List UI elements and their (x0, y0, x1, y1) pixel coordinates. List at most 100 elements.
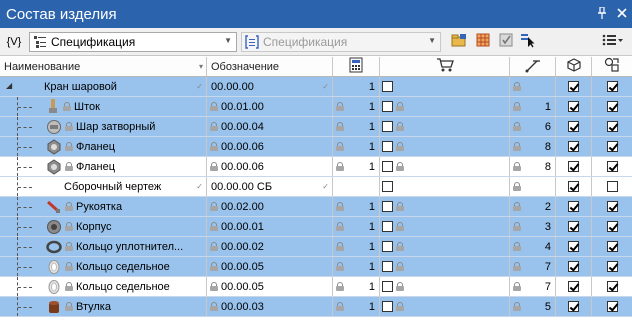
cell-name[interactable]: Кольцо седельное (0, 277, 207, 296)
purchased-checkbox[interactable] (382, 261, 393, 272)
cell-in-spec[interactable] (556, 197, 592, 216)
cell-quantity[interactable]: 1 (333, 237, 380, 256)
in-spec-checkbox[interactable] (568, 81, 579, 92)
variables-button[interactable]: {V} (0, 31, 28, 53)
cell-position[interactable]: 6 (510, 117, 556, 136)
cell-quantity[interactable]: 1 (333, 77, 380, 96)
in-model-checkbox[interactable] (606, 301, 618, 312)
cell-quantity[interactable]: 1 (333, 197, 380, 216)
select-cursor-button[interactable] (517, 31, 539, 53)
purchased-checkbox[interactable] (382, 161, 393, 172)
in-spec-checkbox[interactable] (568, 201, 579, 212)
purchased-checkbox[interactable] (382, 81, 393, 92)
table-row[interactable]: Кольцо седельное 00.00.05 1 7 (0, 277, 632, 297)
cell-purchased[interactable] (380, 77, 510, 96)
cell-purchased[interactable] (380, 257, 510, 276)
table-check-button[interactable] (495, 31, 517, 53)
cell-position[interactable]: 7 (510, 257, 556, 276)
cell-in-spec[interactable] (556, 157, 592, 176)
cell-in-model[interactable] (592, 197, 632, 216)
purchased-checkbox[interactable] (382, 221, 393, 232)
cell-position[interactable]: 1 (510, 97, 556, 116)
table-row[interactable]: Рукоятка 00.02.00 1 2 (0, 197, 632, 217)
in-spec-checkbox[interactable] (568, 301, 579, 312)
cell-name[interactable]: ◢ Кран шаровой ✓ (0, 77, 207, 96)
table-row[interactable]: Шток 00.01.00 1 1 (0, 97, 632, 117)
purchased-checkbox[interactable] (382, 181, 393, 192)
table-row[interactable]: Кольцо седельное 00.00.05 1 7 (0, 257, 632, 277)
purchased-checkbox[interactable] (382, 241, 393, 252)
cell-in-spec[interactable] (556, 97, 592, 116)
cell-quantity[interactable]: 1 (333, 117, 380, 136)
cell-in-model[interactable] (592, 277, 632, 296)
cell-purchased[interactable] (380, 297, 510, 316)
cell-name[interactable]: Фланец (0, 157, 207, 176)
cell-purchased[interactable] (380, 157, 510, 176)
cell-name[interactable]: Втулка (0, 297, 207, 316)
in-spec-checkbox[interactable] (568, 261, 579, 272)
view-mode-combo[interactable]: Спецификация ▼ (29, 31, 237, 52)
cell-designation[interactable]: 00.00.06 (207, 137, 333, 156)
cell-position[interactable]: 4 (510, 237, 556, 256)
cell-name[interactable]: Фланец (0, 137, 207, 156)
table-row[interactable]: Сборочный чертеж ✓ 00.00.00 СБ ✓ (0, 177, 632, 197)
in-spec-checkbox[interactable] (568, 281, 579, 292)
cell-position[interactable]: 3 (510, 217, 556, 236)
cell-purchased[interactable] (380, 177, 510, 196)
table-row[interactable]: Шар затворный 00.00.04 1 6 (0, 117, 632, 137)
in-model-checkbox[interactable] (606, 141, 618, 152)
cell-quantity[interactable]: 1 (333, 217, 380, 236)
cell-designation[interactable]: 00.00.05 (207, 277, 333, 296)
cell-designation[interactable]: 00.00.01 (207, 217, 333, 236)
in-spec-checkbox[interactable] (568, 241, 579, 252)
cell-in-spec[interactable] (556, 177, 592, 196)
cell-quantity[interactable]: 1 (333, 157, 380, 176)
in-spec-checkbox[interactable] (568, 121, 579, 132)
cell-name[interactable]: Корпус (0, 217, 207, 236)
column-header-quantity[interactable] (333, 57, 380, 76)
cell-name[interactable]: Шток (0, 97, 207, 116)
cell-position[interactable]: 8 (510, 137, 556, 156)
cell-designation[interactable]: 00.00.06 (207, 157, 333, 176)
cell-quantity[interactable]: 1 (333, 297, 380, 316)
cell-designation[interactable]: 00.00.05 (207, 257, 333, 276)
cell-purchased[interactable] (380, 197, 510, 216)
cell-name[interactable]: Шар затворный (0, 117, 207, 136)
in-model-checkbox[interactable] (606, 181, 618, 192)
cell-in-spec[interactable] (556, 77, 592, 96)
cell-in-spec[interactable] (556, 277, 592, 296)
cell-in-model[interactable] (592, 97, 632, 116)
in-model-checkbox[interactable] (606, 201, 618, 212)
cell-quantity[interactable]: 1 (333, 137, 380, 156)
open-folder-button[interactable] (447, 31, 471, 53)
chevron-down-icon[interactable]: ▾ (199, 62, 203, 71)
in-spec-checkbox[interactable] (568, 101, 579, 112)
column-header-name[interactable]: Наименование ▾ (0, 57, 207, 76)
in-model-checkbox[interactable] (606, 261, 618, 272)
spec-document-combo[interactable]: Спецификация ▼ (241, 31, 441, 52)
purchased-checkbox[interactable] (382, 201, 393, 212)
purchased-checkbox[interactable] (382, 141, 393, 152)
cell-purchased[interactable] (380, 137, 510, 156)
cell-purchased[interactable] (380, 97, 510, 116)
cell-designation[interactable]: 00.00.03 (207, 297, 333, 316)
cell-in-spec[interactable] (556, 117, 592, 136)
cell-in-model[interactable] (592, 77, 632, 96)
cell-quantity[interactable]: 1 (333, 277, 380, 296)
cell-position[interactable]: 8 (510, 157, 556, 176)
cell-position[interactable]: 5 (510, 297, 556, 316)
pin-icon[interactable] (592, 5, 612, 22)
cell-purchased[interactable] (380, 117, 510, 136)
cell-in-spec[interactable] (556, 137, 592, 156)
cell-designation[interactable]: 00.01.00 (207, 97, 333, 116)
cell-name[interactable]: Кольцо уплотнител... (0, 237, 207, 256)
purchased-checkbox[interactable] (382, 281, 393, 292)
cell-designation[interactable]: 00.00.00 ✓ (207, 77, 333, 96)
table-row[interactable]: Кольцо уплотнител... 00.00.02 1 4 (0, 237, 632, 257)
cell-name[interactable]: Сборочный чертеж ✓ (0, 177, 207, 196)
cell-designation[interactable]: 00.02.00 (207, 197, 333, 216)
in-spec-checkbox[interactable] (568, 141, 579, 152)
cell-purchased[interactable] (380, 237, 510, 256)
cell-designation[interactable]: 00.00.04 (207, 117, 333, 136)
cell-purchased[interactable] (380, 217, 510, 236)
